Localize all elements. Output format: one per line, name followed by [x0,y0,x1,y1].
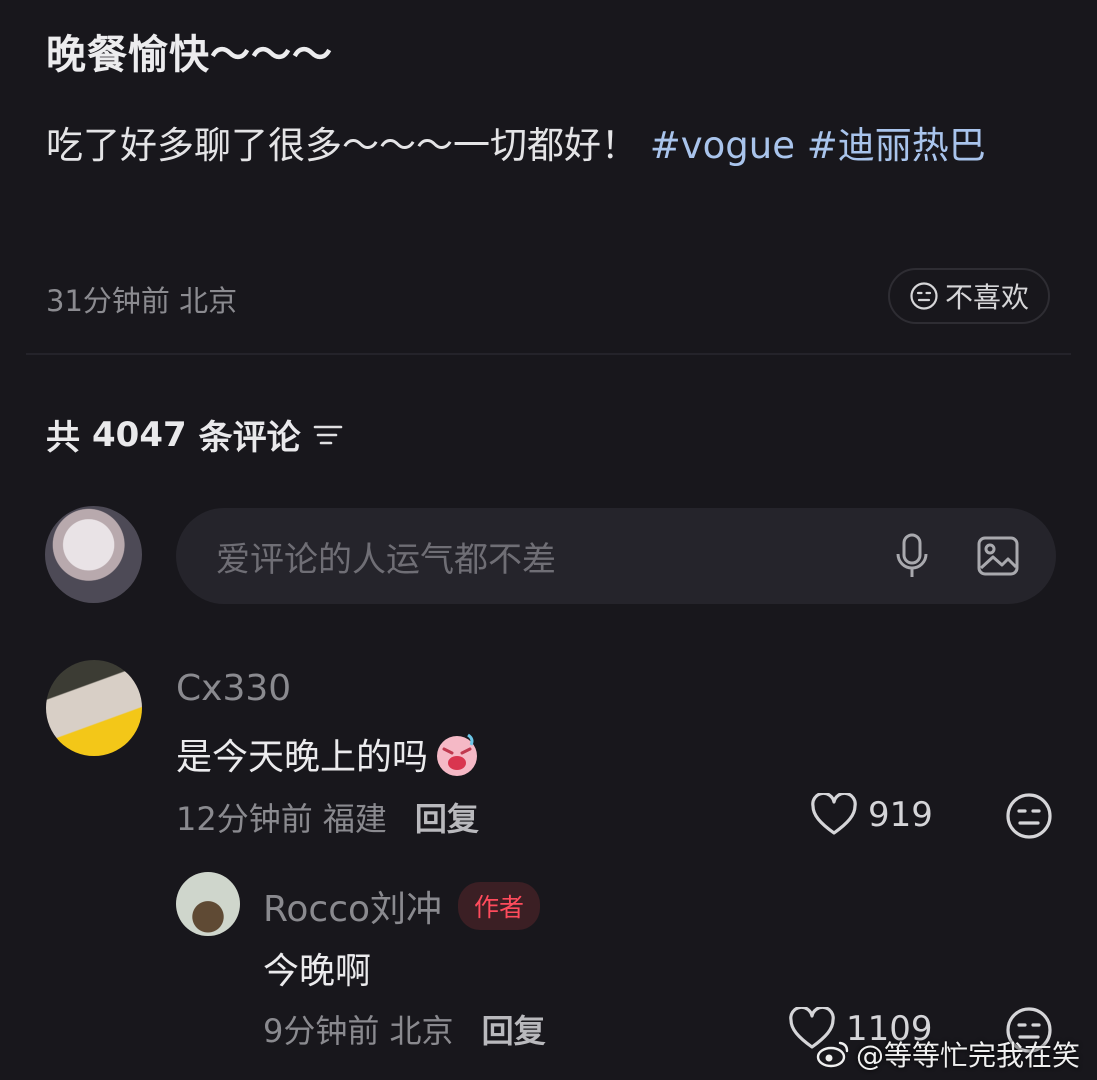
comment-time: 12分钟前 福建 [176,794,387,840]
reply-text: 今晚啊 [263,951,372,992]
reply-button[interactable]: 回复 [415,794,479,840]
sort-icon[interactable] [313,422,343,448]
hashtag-vogue[interactable]: #vogue [650,124,795,167]
reply-author-avatar[interactable] [176,872,240,936]
weibo-logo-icon [816,1041,849,1068]
reply-time: 9分钟前 北京 [263,1006,454,1052]
dislike-button[interactable]: 不喜欢 [888,268,1050,324]
comment-count: 4047 [92,414,187,455]
comment-like-button[interactable]: 919 [810,793,933,837]
comment-time-value: 12分钟前 [176,800,313,838]
commenter-username[interactable]: Cx330 [176,668,291,709]
heart-icon [811,793,857,835]
reply-name-row: Rocco刘冲 作者 [263,880,541,932]
microphone-icon[interactable] [894,532,930,580]
my-avatar[interactable] [45,506,142,603]
comment-count-prefix: 共 [46,418,80,458]
weibo-watermark: @等等忙完我在笑 [816,1034,1080,1074]
comment-dislike-icon[interactable] [1005,792,1053,840]
comment-location: 福建 [322,800,387,838]
post-meta: 31分钟前 北京 [46,284,238,318]
hashtag-dilireba[interactable]: #迪丽热巴 [807,124,986,167]
reply-reply-button[interactable]: 回复 [482,1006,546,1052]
comment-input[interactable]: 爱评论的人运气都不差 [176,508,1056,604]
commenter-avatar[interactable] [46,660,142,756]
post-title: 晚餐愉快～～～ [46,32,333,78]
neutral-face-icon [910,282,938,310]
comment-meta: 12分钟前 福建 回复 [176,794,479,840]
dislike-label: 不喜欢 [944,281,1029,314]
comment-input-placeholder: 爱评论的人运气都不差 [216,539,556,580]
comment-text: 是今天晚上的吗 [176,737,429,778]
comment-count-header: 共 4047 条评论 [46,410,343,459]
comment-like-count: 919 [868,795,933,835]
laughing-emoji-icon [437,733,478,776]
post-body: 吃了好多聊了很多～～～一切都好！ #vogue #迪丽热巴 [46,110,1036,182]
reply-time-value: 9分钟前 [263,1012,380,1050]
comment-count-suffix: 条评论 [198,418,301,458]
reply-meta: 9分钟前 北京 回复 [263,1006,546,1052]
divider [26,353,1071,355]
image-icon[interactable] [976,534,1020,578]
reply-author-username[interactable]: Rocco刘冲 [263,880,442,932]
author-badge: 作者 [458,882,541,930]
comment-text-row: 是今天晚上的吗 [176,728,482,780]
reply-location: 北京 [389,1012,454,1050]
post-text: 吃了好多聊了很多～～～一切都好！ [46,124,638,167]
watermark-text: @等等忙完我在笑 [856,1039,1081,1072]
